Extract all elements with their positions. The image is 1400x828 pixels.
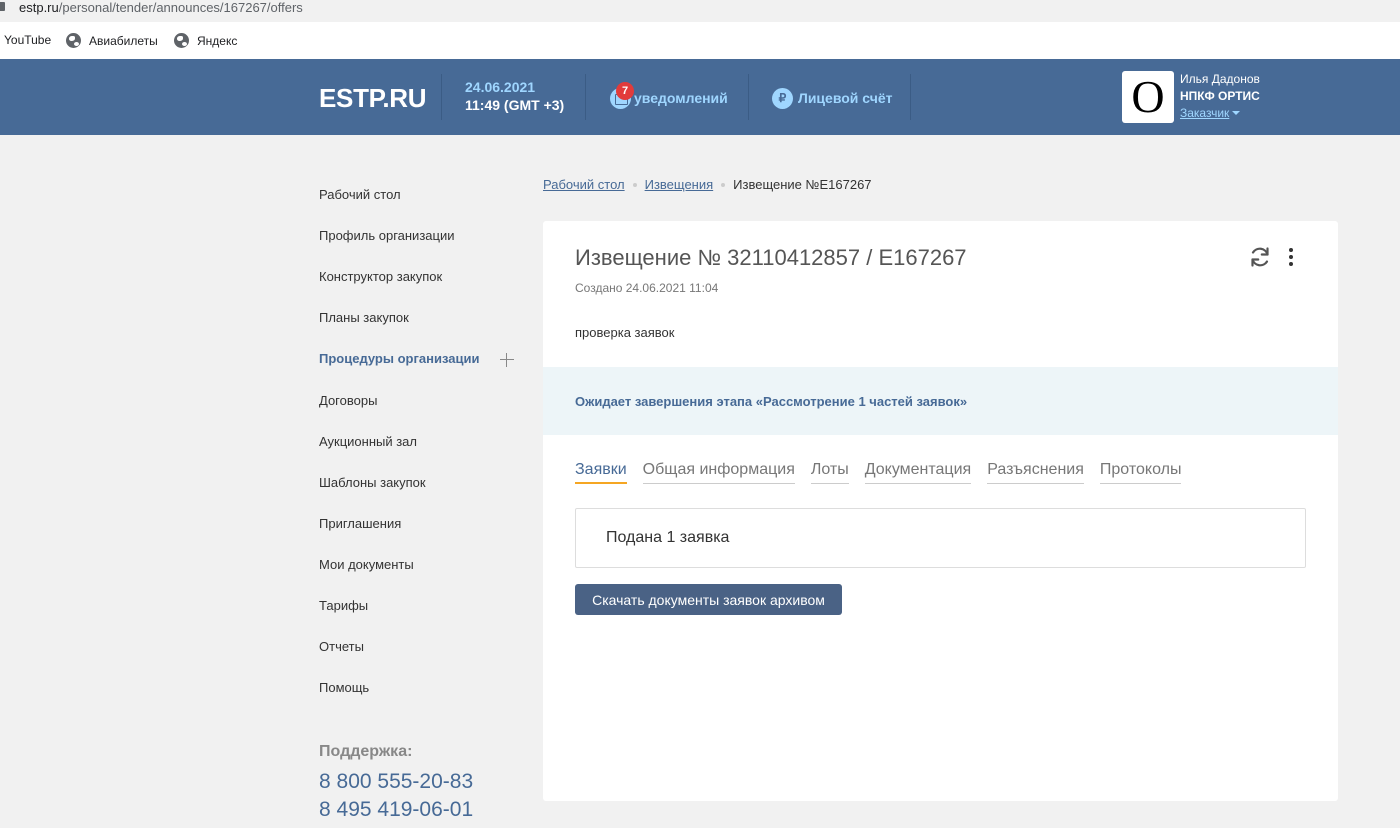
bookmark-label: Авиабилеты bbox=[89, 33, 158, 48]
page-title: Извещение № 32110412857 / Е167267 bbox=[575, 245, 967, 270]
org-avatar[interactable]: O bbox=[1122, 71, 1174, 123]
bookmark-aviabilety[interactable]: Авиабилеты bbox=[66, 33, 158, 48]
breadcrumb-dashboard[interactable]: Рабочий стол bbox=[543, 177, 625, 192]
header-date: 24.06.2021 bbox=[465, 79, 536, 95]
sidebar-item-org-profile[interactable]: Профиль организации bbox=[319, 228, 454, 243]
header-divider bbox=[441, 74, 442, 120]
header-divider bbox=[585, 74, 586, 120]
created-date: Создано 24.06.2021 11:04 bbox=[575, 281, 719, 295]
bookmarks-bar: YouTube Авиабилеты Яндекс bbox=[0, 22, 1400, 59]
more-vertical-icon[interactable] bbox=[1288, 247, 1294, 267]
notice-description: проверка заявок bbox=[575, 325, 675, 340]
bookmark-label: YouTube bbox=[4, 33, 52, 47]
browser-address-bar[interactable]: estp.ru/personal/tender/announces/167267… bbox=[0, 0, 1400, 22]
expand-plus-icon[interactable] bbox=[500, 353, 514, 367]
notifications-label: уведомлений bbox=[634, 90, 728, 106]
sidebar-item-contracts[interactable]: Договоры bbox=[319, 393, 377, 408]
stage-status-banner: Ожидает завершения этапа «Рассмотрение 1… bbox=[543, 367, 1338, 435]
tab-lots[interactable]: Лоты bbox=[810, 461, 849, 484]
header-divider bbox=[910, 74, 911, 120]
header-time: 11:49 (GMT +3) bbox=[465, 97, 565, 113]
sidebar-item-auction-hall[interactable]: Аукционный зал bbox=[319, 434, 417, 449]
org-name: НПКФ ОРТИС bbox=[1180, 89, 1260, 103]
url-host: estp.ru bbox=[19, 0, 59, 15]
globe-icon bbox=[66, 33, 81, 48]
site-logo[interactable]: ESTP.RU bbox=[319, 83, 427, 114]
account-label: Лицевой счёт bbox=[798, 90, 893, 106]
user-name: Илья Дадонов bbox=[1180, 72, 1260, 86]
tab-clarifications[interactable]: Разъяснения bbox=[987, 461, 1084, 484]
sidebar-item-tariffs[interactable]: Тарифы bbox=[319, 598, 368, 613]
stage-status-text: Ожидает завершения этапа «Рассмотрение 1… bbox=[575, 394, 968, 409]
avatar-letter: O bbox=[1131, 71, 1165, 122]
sidebar-item-my-documents[interactable]: Мои документы bbox=[319, 557, 414, 572]
support-phone[interactable]: 8 800 555-20-83 bbox=[319, 770, 473, 794]
tab-protocols[interactable]: Протоколы bbox=[1099, 461, 1182, 484]
offers-summary-box: Подана 1 заявка bbox=[575, 508, 1306, 568]
sidebar-item-reports[interactable]: Отчеты bbox=[319, 639, 364, 654]
breadcrumb-current: Извещение №Е167267 bbox=[733, 177, 872, 192]
sidebar-item-org-procedures[interactable]: Процедуры организации bbox=[319, 351, 479, 366]
bookmark-yandex[interactable]: Яндекс bbox=[174, 33, 237, 48]
sidebar-item-templates[interactable]: Шаблоны закупок bbox=[319, 475, 426, 490]
globe-icon bbox=[174, 33, 189, 48]
notifications-count-badge: 7 bbox=[616, 82, 634, 100]
breadcrumb-separator bbox=[632, 182, 637, 187]
ruble-icon: ₽ bbox=[772, 87, 793, 109]
url-path: /personal/tender/announces/167267/offers bbox=[58, 0, 303, 15]
header-divider bbox=[748, 74, 749, 120]
sidebar-item-dashboard[interactable]: Рабочий стол bbox=[319, 187, 401, 202]
tab-documentation[interactable]: Документация bbox=[864, 461, 972, 484]
notice-card: Извещение № 32110412857 / Е167267 Создан… bbox=[543, 221, 1338, 801]
bookmark-youtube[interactable]: YouTube bbox=[4, 33, 51, 47]
sidebar-item-help[interactable]: Помощь bbox=[319, 680, 369, 695]
breadcrumb-notices[interactable]: Извещения bbox=[645, 177, 714, 192]
site-header: ESTP.RU 24.06.2021 11:49 (GMT +3) уведом… bbox=[0, 59, 1400, 135]
bookmark-label: Яндекс bbox=[197, 33, 238, 48]
refresh-icon[interactable] bbox=[1248, 245, 1272, 269]
breadcrumb-separator bbox=[721, 182, 726, 187]
account-link[interactable]: ₽ Лицевой счёт bbox=[772, 87, 893, 109]
role-dropdown[interactable]: Заказчик bbox=[1180, 106, 1241, 120]
support-phone[interactable]: 8 495 419-06-01 bbox=[319, 798, 473, 822]
sidebar-item-invitations[interactable]: Приглашения bbox=[319, 516, 401, 531]
chevron-down-icon bbox=[1232, 111, 1241, 115]
offers-summary-text: Подана 1 заявка bbox=[606, 529, 730, 546]
sidebar-item-purchase-plans[interactable]: Планы закупок bbox=[319, 310, 409, 325]
url-text[interactable]: estp.ru/personal/tender/announces/167267… bbox=[19, 0, 303, 16]
tab-general-info[interactable]: Общая информация bbox=[642, 461, 795, 484]
tab-offers[interactable]: Заявки bbox=[575, 461, 627, 484]
breadcrumb: Рабочий стол Извещения Извещение №Е16726… bbox=[543, 177, 872, 192]
download-archive-button[interactable]: Скачать документы заявок архивом bbox=[575, 584, 842, 615]
support-title: Поддержка: bbox=[319, 743, 413, 760]
sidebar-item-purchase-builder[interactable]: Конструктор закупок bbox=[319, 269, 442, 284]
lock-icon bbox=[0, 2, 5, 11]
notice-tabs: Заявки Общая информация Лоты Документаци… bbox=[575, 461, 1182, 484]
role-label: Заказчик bbox=[1180, 106, 1230, 120]
